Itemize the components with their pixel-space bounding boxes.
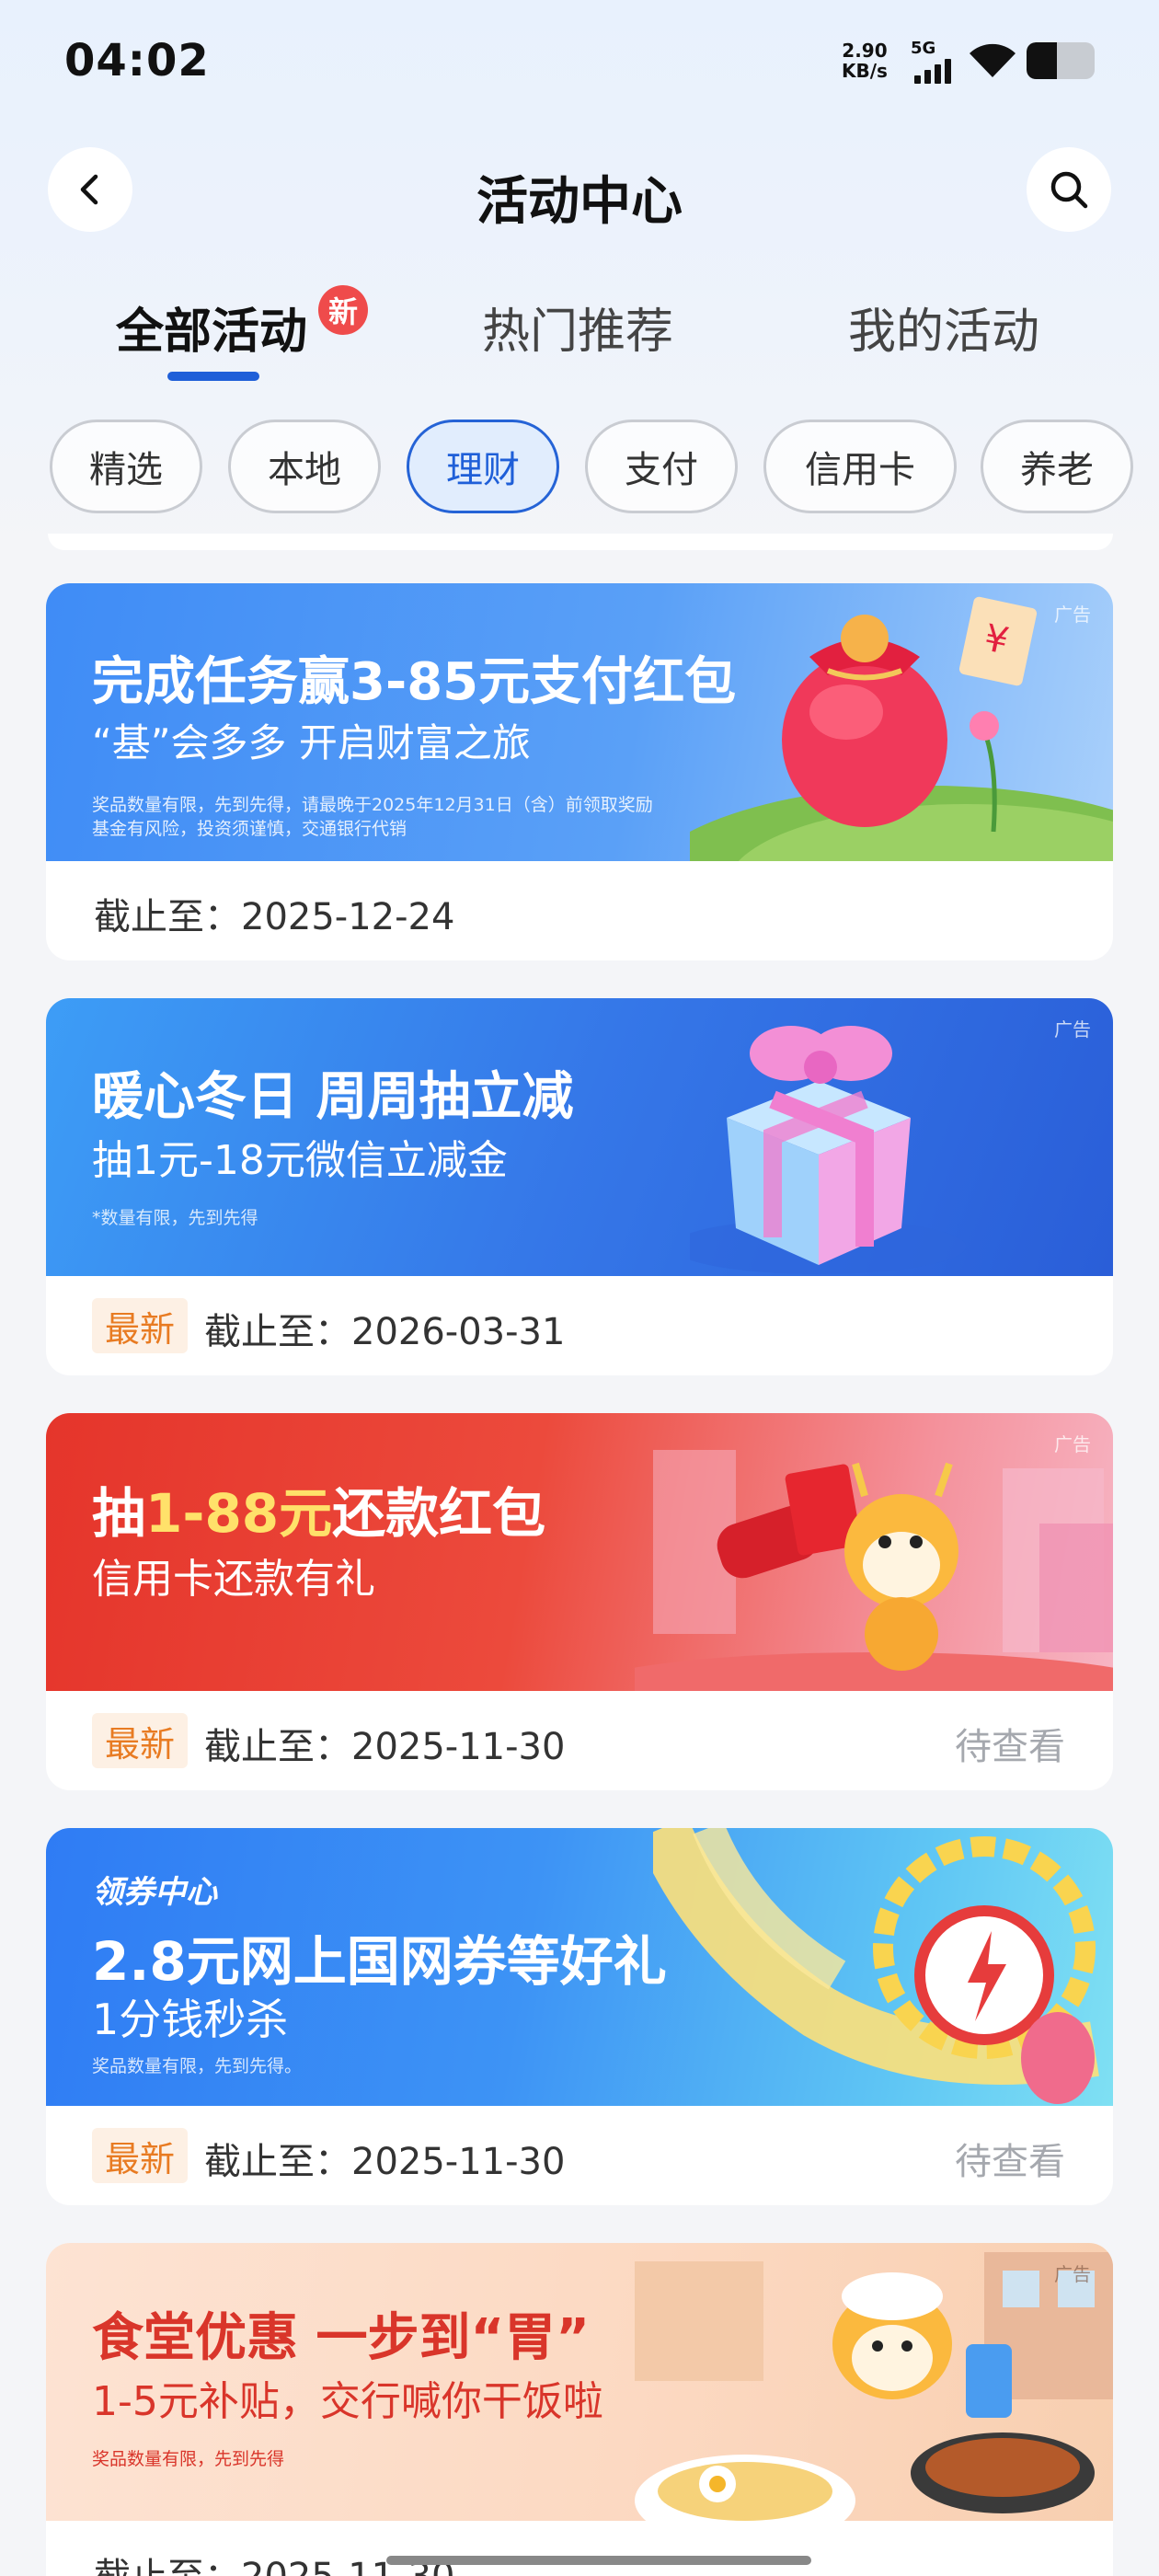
coupon-clock-mascot-illustration: [653, 1828, 1099, 2104]
headline-text: 还款红包: [332, 1482, 546, 1545]
new-badge: 新: [318, 285, 368, 335]
ad-label: 广告: [1054, 1433, 1091, 1455]
ad-label: 广告: [1054, 2263, 1091, 2285]
card-footer: 截止至：2025-12-24: [46, 861, 1113, 960]
filter-chip-pension[interactable]: 养老: [981, 420, 1133, 513]
wifi-icon: [970, 43, 1016, 77]
search-icon: [1050, 171, 1088, 209]
filter-chip-local[interactable]: 本地: [228, 420, 381, 513]
coupon-center-brand: 领券中心: [92, 1874, 217, 1911]
ad-label: 广告: [1054, 1018, 1091, 1041]
card-footer: 最新 截止至：2025-11-30 待查看: [46, 2106, 1113, 2205]
filter-chip-wealth[interactable]: 理财: [407, 420, 559, 513]
headline-text: 抽: [92, 1482, 146, 1545]
activity-banner[interactable]: 广告 暖心冬日 周周抽立减 抽1元-18元微信立减金 *数量有限，先到先得: [46, 998, 1113, 1276]
tab-hot-recommendations[interactable]: 热门推荐: [482, 293, 673, 362]
banner-headline: 暖心冬日 周周抽立减: [92, 1067, 574, 1127]
banner-subheadline: 1分钱秒杀: [92, 1995, 289, 2044]
search-button[interactable]: [1027, 147, 1111, 232]
battery-level-fill: [1027, 42, 1058, 79]
status-bar: 04:02 2.90 KB/s 5G: [0, 0, 1159, 129]
activity-tabs: 全部活动 新 热门推荐 我的活动: [0, 276, 1159, 386]
network-speed-unit: KB/s: [842, 60, 888, 82]
filter-chip-featured[interactable]: 精选: [50, 420, 202, 513]
fine-print-line: 奖品数量有限，先到先得，请最晚于2025年12月31日（含）前领取奖励: [92, 795, 653, 815]
red-envelope-bag-illustration: ¥: [690, 596, 1113, 861]
banner-headline: 完成任务赢3-85元支付红包: [92, 652, 737, 712]
filter-chip-payment[interactable]: 支付: [585, 420, 738, 513]
banner-fine-print: 奖品数量有限，先到先得，请最晚于2025年12月31日（含）前领取奖励 基金有风…: [92, 793, 653, 841]
battery-icon: [1027, 42, 1095, 79]
cellular-signal-icon: 5G: [911, 39, 957, 85]
network-speed: 2.90 KB/s: [842, 40, 888, 81]
tab-all-activities[interactable]: 全部活动: [116, 293, 307, 362]
network-speed-value: 2.90: [842, 40, 888, 62]
activity-banner[interactable]: 广告 抽1-88元还款红包 信用卡还款有礼: [46, 1413, 1113, 1691]
activity-card[interactable]: 广告 食堂优惠 一步到“胃” 1-5元补贴，交行喊你干饭啦 奖品数量有限，先到先…: [46, 2243, 1113, 2576]
filter-chip-credit-card[interactable]: 信用卡: [763, 420, 957, 513]
activity-banner[interactable]: 广告 食堂优惠 一步到“胃” 1-5元补贴，交行喊你干饭啦 奖品数量有限，先到先…: [46, 2243, 1113, 2521]
banner-subheadline: 信用卡还款有礼: [92, 1556, 375, 1603]
banner-fine-print: 奖品数量有限，先到先得: [92, 2449, 285, 2469]
status-pending-label: 待查看: [955, 2141, 1065, 2183]
deadline-text: 截止至：2025-11-30: [204, 2141, 566, 2183]
fine-print-line: 基金有风险，投资须谨慎，交通银行代销: [92, 819, 407, 839]
new-tag: 最新: [92, 1298, 189, 1353]
active-tab-indicator: [167, 372, 259, 381]
previous-card-edge: [48, 534, 1113, 550]
page-title: 活动中心: [476, 172, 683, 232]
status-time: 04:02: [64, 35, 210, 86]
navigation-bar: 活动中心: [0, 147, 1159, 236]
banner-subheadline: 抽1元-18元微信立减金: [92, 1137, 508, 1184]
deadline-text: 截止至：2026-03-31: [204, 1311, 566, 1353]
card-footer: 截止至：2025-11-30: [46, 2521, 1113, 2576]
deadline-text: 截止至：2025-12-24: [94, 896, 455, 938]
activity-card[interactable]: ¥ 广告 完成任务赢3-85元支付红包 “基”会多多 开启财富之旅 奖品数量有限…: [46, 583, 1113, 960]
banner-headline: 食堂优惠 一步到“胃”: [92, 2308, 591, 2368]
gift-box-illustration: [690, 1026, 966, 1274]
headline-highlight: 1-88元: [145, 1482, 333, 1545]
activity-card[interactable]: 广告 抽1-88元还款红包 信用卡还款有礼 最新 截止至：2025-11-30 …: [46, 1413, 1113, 1790]
category-filters: 精选 本地 理财 支付 信用卡 养老: [0, 420, 1159, 515]
card-footer: 最新 截止至：2026-03-31: [46, 1276, 1113, 1375]
card-footer: 最新 截止至：2025-11-30 待查看: [46, 1691, 1113, 1790]
ad-label: 广告: [1054, 604, 1091, 626]
deadline-text: 截止至：2025-11-30: [204, 1726, 566, 1768]
status-pending-label: 待查看: [955, 1726, 1065, 1768]
banner-headline: 抽1-88元还款红包: [92, 1470, 545, 1547]
new-tag: 最新: [92, 1713, 189, 1768]
home-indicator[interactable]: [386, 2556, 811, 2565]
banner-subheadline: “基”会多多 开启财富之旅: [92, 720, 531, 765]
banner-fine-print: *数量有限，先到先得: [92, 1208, 258, 1228]
signal-type-label: 5G: [911, 39, 936, 58]
banner-subheadline: 1-5元补贴，交行喊你干饭啦: [92, 2378, 603, 2425]
activity-banner[interactable]: 领券中心 2.8元网上国网券等好礼 1分钱秒杀 奖品数量有限，先到先得。: [46, 1828, 1113, 2106]
activity-card[interactable]: 领券中心 2.8元网上国网券等好礼 1分钱秒杀 奖品数量有限，先到先得。 最新 …: [46, 1828, 1113, 2205]
banner-headline: 2.8元网上国网券等好礼: [92, 1930, 667, 1993]
canteen-food-illustration: [635, 2252, 1113, 2521]
new-tag: 最新: [92, 2128, 189, 2183]
tab-my-activities[interactable]: 我的活动: [848, 293, 1039, 362]
mascot-red-envelope-illustration: [635, 1450, 1113, 1691]
activity-card[interactable]: 广告 暖心冬日 周周抽立减 抽1元-18元微信立减金 *数量有限，先到先得 最新…: [46, 998, 1113, 1375]
banner-fine-print: 奖品数量有限，先到先得。: [92, 2056, 303, 2076]
activity-banner[interactable]: ¥ 广告 完成任务赢3-85元支付红包 “基”会多多 开启财富之旅 奖品数量有限…: [46, 583, 1113, 861]
